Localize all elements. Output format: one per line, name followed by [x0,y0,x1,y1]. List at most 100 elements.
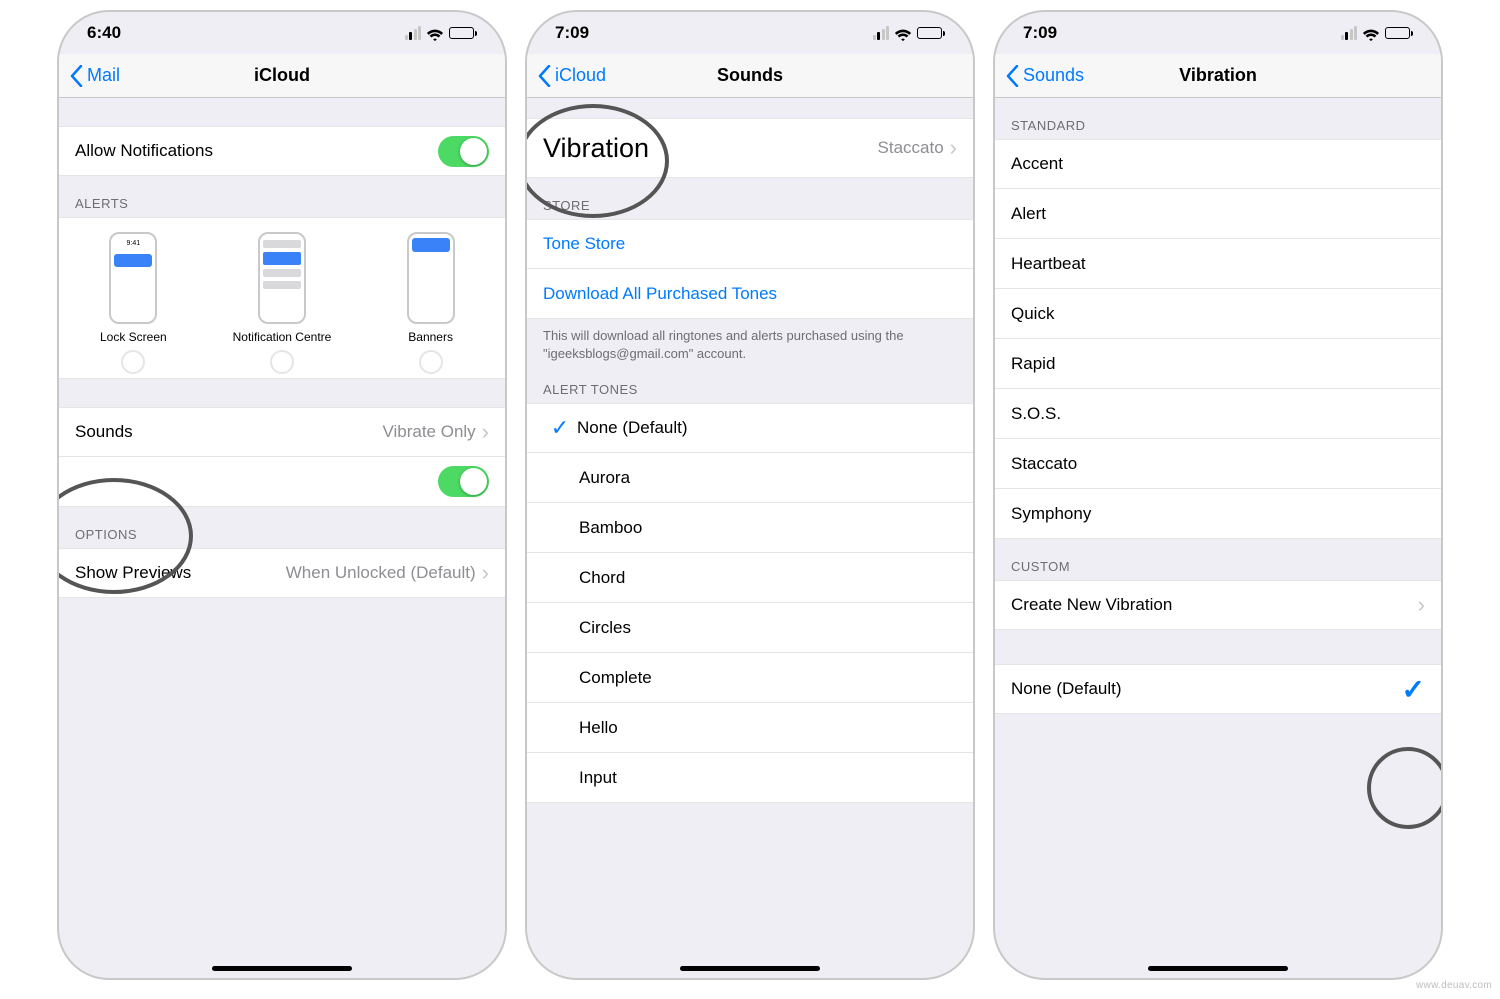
alert-radio-banners[interactable] [419,350,443,374]
badges-toggle[interactable] [438,466,489,497]
download-tones-row[interactable]: Download All Purchased Tones [527,269,973,319]
vib-none-label: None (Default) [1011,679,1402,699]
store-header: STORE [527,178,973,219]
banners-icon [407,232,455,324]
create-new-vibration-row[interactable]: Create New Vibration › [995,580,1441,630]
screen-sounds: 7:09 iCloud Sounds Vibration Staccato › … [525,10,975,980]
tone-row[interactable]: Complete [527,653,973,703]
sounds-label: Sounds [75,422,382,442]
check-icon: ✓ [543,415,577,441]
chevron-right-icon: › [950,137,957,159]
notification-centre-icon [258,232,306,324]
content: STANDARD Accent Alert Heartbeat Quick Ra… [995,98,1441,978]
vibration-label: Vibration [543,133,878,164]
allow-notifications-toggle[interactable] [438,136,489,167]
battery-icon [917,27,945,39]
back-label: iCloud [555,65,606,86]
show-previews-row[interactable]: Show Previews When Unlocked (Default) › [59,548,505,598]
chevron-right-icon: › [1418,594,1425,616]
nav-bar: Sounds Vibration [995,54,1441,98]
page-title: iCloud [59,65,505,86]
vib-row[interactable]: Accent [995,139,1441,189]
show-previews-label: Show Previews [75,563,286,583]
status-bar: 7:09 [995,12,1441,54]
alert-tones-header: ALERT TONES [527,370,973,403]
status-time: 7:09 [1023,23,1057,43]
vib-row[interactable]: Symphony [995,489,1441,539]
show-previews-value: When Unlocked (Default) [286,563,476,583]
back-label: Sounds [1023,65,1084,86]
signal-icon [405,26,422,40]
back-button[interactable]: Mail [69,65,120,87]
allow-notifications-row[interactable]: Allow Notifications [59,126,505,176]
vib-none-row[interactable]: None (Default) ✓ [995,664,1441,714]
screen-icloud: 6:40 Mail iCloud Allow Notifications ALE… [57,10,507,980]
signal-icon [1341,26,1358,40]
status-indicators [405,26,478,40]
watermark: www.deuav.com [1416,980,1492,991]
vibration-value: Staccato [878,138,944,158]
custom-header: CUSTOM [995,539,1441,580]
vib-row[interactable]: Alert [995,189,1441,239]
vib-row[interactable]: Staccato [995,439,1441,489]
status-bar: 7:09 [527,12,973,54]
download-note: This will download all ringtones and ale… [527,319,973,370]
allow-notifications-label: Allow Notifications [75,141,438,161]
vib-row[interactable]: Heartbeat [995,239,1441,289]
tone-row[interactable]: Circles [527,603,973,653]
sounds-row[interactable]: Sounds Vibrate Only › [59,407,505,457]
sounds-value: Vibrate Only [382,422,475,442]
home-indicator[interactable] [212,966,352,971]
status-indicators [873,26,946,40]
back-button[interactable]: iCloud [537,65,606,87]
tone-row[interactable]: Bamboo [527,503,973,553]
tone-store-row[interactable]: Tone Store [527,219,973,269]
check-icon: ✓ [1402,673,1425,706]
create-new-label: Create New Vibration [1011,595,1418,615]
status-indicators [1341,26,1414,40]
alert-banners[interactable]: Banners [357,232,504,344]
tone-row[interactable]: Chord [527,553,973,603]
alerts-header: ALERTS [59,176,505,217]
tone-row[interactable]: Input [527,753,973,803]
vib-row[interactable]: S.O.S. [995,389,1441,439]
options-header: OPTIONS [59,507,505,548]
back-label: Mail [87,65,120,86]
lock-screen-icon [109,232,157,324]
nav-bar: iCloud Sounds [527,54,973,98]
vib-row[interactable]: Quick [995,289,1441,339]
alert-lock-screen[interactable]: Lock Screen [60,232,207,344]
alert-radio-lock[interactable] [121,350,145,374]
chevron-left-icon [537,65,551,87]
wifi-icon [426,27,444,40]
alerts-options: Lock Screen Notification Centre Banners [59,217,505,379]
status-time: 7:09 [555,23,589,43]
wifi-icon [1362,27,1380,40]
back-button[interactable]: Sounds [1005,65,1084,87]
vibration-row[interactable]: Vibration Staccato › [527,118,973,178]
chevron-right-icon: › [482,562,489,584]
vib-row[interactable]: Rapid [995,339,1441,389]
tone-none-row[interactable]: ✓ None (Default) [527,403,973,453]
content: Vibration Staccato › STORE Tone Store Do… [527,98,973,978]
chevron-left-icon [69,65,83,87]
signal-icon [873,26,890,40]
chevron-left-icon [1005,65,1019,87]
badges-row[interactable] [59,457,505,507]
home-indicator[interactable] [680,966,820,971]
status-time: 6:40 [87,23,121,43]
home-indicator[interactable] [1148,966,1288,971]
tone-row[interactable]: Aurora [527,453,973,503]
tone-none-label: None (Default) [577,418,688,438]
screen-vibration: 7:09 Sounds Vibration STANDARD Accent Al… [993,10,1443,980]
nav-bar: Mail iCloud [59,54,505,98]
chevron-right-icon: › [482,421,489,443]
status-bar: 6:40 [59,12,505,54]
standard-header: STANDARD [995,98,1441,139]
alert-notification-centre[interactable]: Notification Centre [208,232,355,344]
battery-icon [449,27,477,39]
battery-icon [1385,27,1413,39]
content: Allow Notifications ALERTS Lock Screen N… [59,98,505,978]
tone-row[interactable]: Hello [527,703,973,753]
alert-radio-centre[interactable] [270,350,294,374]
